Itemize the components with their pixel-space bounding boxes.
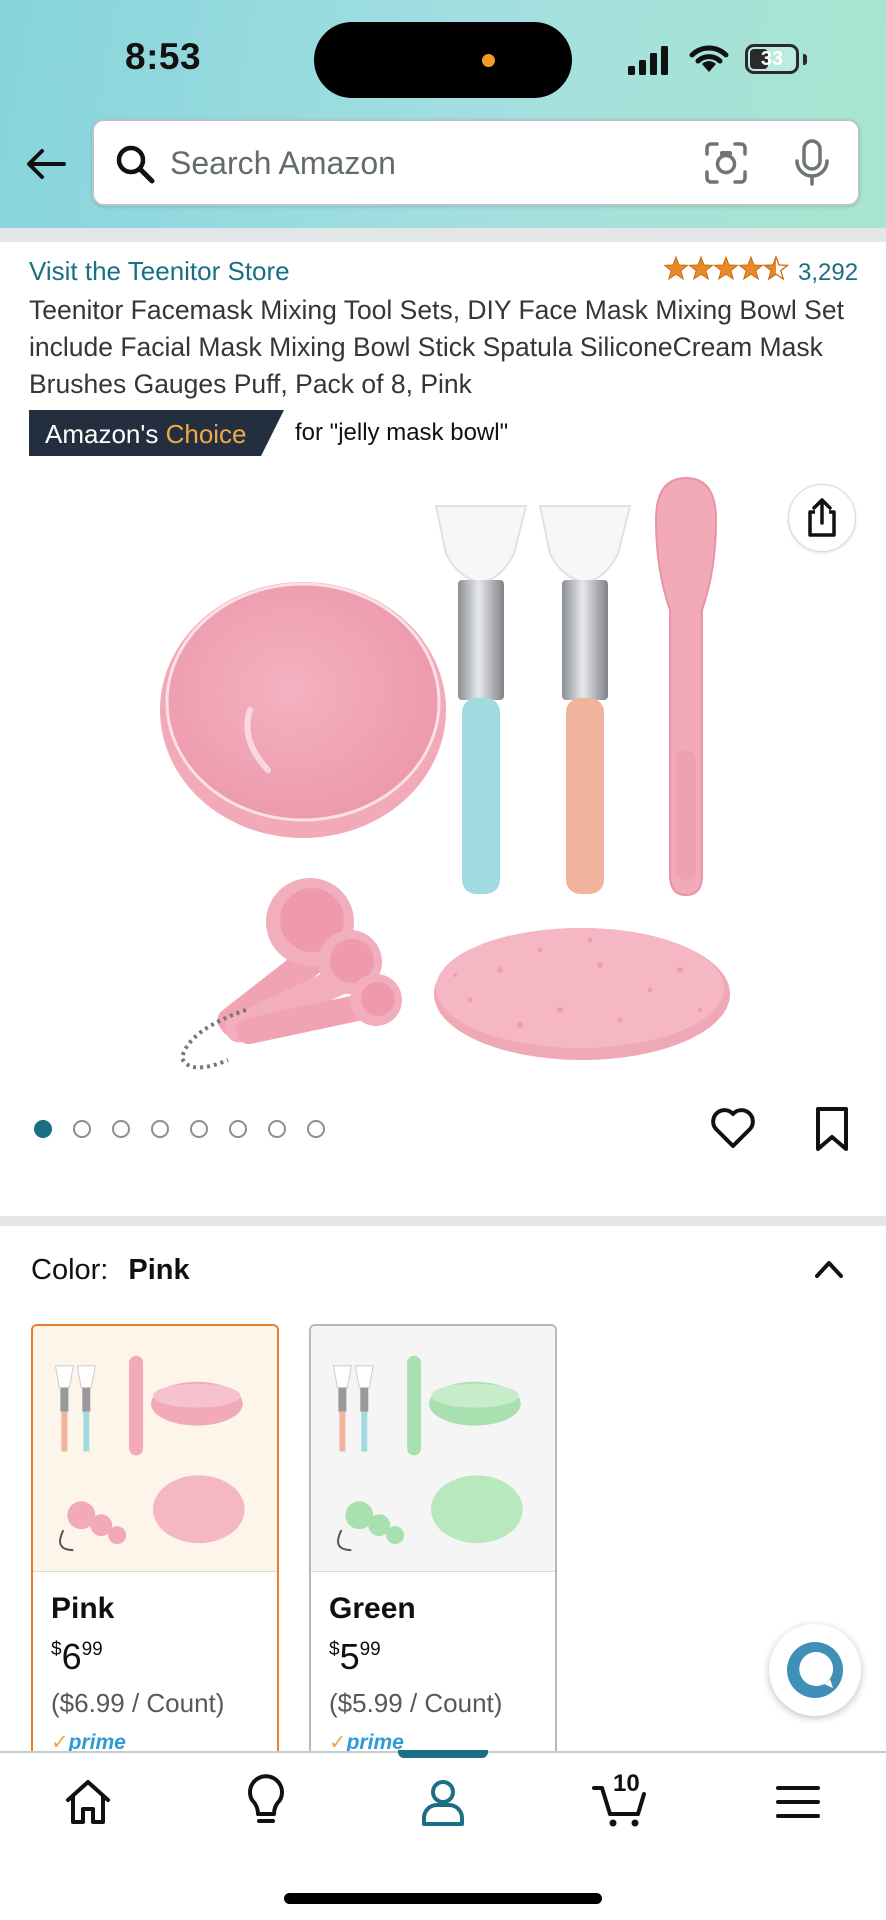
carousel-dot[interactable] (190, 1120, 208, 1138)
home-icon[interactable] (58, 1772, 118, 1832)
status-time: 8:53 (125, 36, 202, 77)
search-icon (116, 145, 155, 184)
cart-count-badge: 10 (613, 1770, 640, 1797)
carousel-dot[interactable] (307, 1120, 325, 1138)
account-icon[interactable] (413, 1772, 473, 1832)
section-divider (0, 1216, 886, 1226)
unit-price: ($6.99 / Count) (51, 1688, 225, 1718)
heart-icon[interactable] (710, 1106, 756, 1150)
badge-keyword: for "jelly mask bowl" (295, 419, 509, 446)
color-option-pink[interactable]: Pink $699 ($6.99 / Count) ✓prime (31, 1324, 279, 1764)
carousel-dot[interactable] (73, 1120, 91, 1138)
cellular-signal-icon (628, 46, 668, 75)
search-bar[interactable] (92, 119, 860, 206)
chat-assistant-button[interactable] (769, 1624, 861, 1716)
image-carousel-dots[interactable] (34, 1120, 325, 1138)
carousel-dot[interactable] (34, 1120, 52, 1138)
star-rating[interactable] (664, 256, 789, 282)
battery-level: 33 (760, 48, 784, 70)
carousel-dot[interactable] (112, 1120, 130, 1138)
search-input[interactable] (170, 137, 730, 189)
lightbulb-icon[interactable] (236, 1772, 296, 1832)
carousel-dot[interactable] (229, 1120, 247, 1138)
star-rating-icon (664, 256, 789, 280)
product-title: Teenitor Facemask Mixing Tool Sets, DIY … (29, 295, 844, 399)
menu-icon[interactable] (768, 1772, 828, 1832)
chat-icon (787, 1642, 843, 1698)
microphone-icon[interactable] (794, 139, 830, 187)
dynamic-island (314, 22, 572, 98)
bookmark-icon[interactable] (812, 1106, 852, 1152)
color-option-price: $699 (51, 1636, 103, 1677)
color-option-thumbnail (311, 1326, 555, 1572)
color-label: Color: (31, 1254, 109, 1286)
carousel-dot[interactable] (151, 1120, 169, 1138)
color-option-name: Pink (51, 1592, 115, 1625)
color-option-thumbnail (33, 1326, 277, 1572)
color-selector-label: Color: Pink (31, 1254, 190, 1287)
badge-choice: Choice (165, 419, 247, 449)
privacy-indicator-dot (482, 54, 495, 67)
rating-count[interactable]: 3,292 (798, 259, 858, 287)
unit-price: ($5.99 / Count) (329, 1688, 503, 1718)
share-icon (808, 498, 836, 537)
product-image[interactable] (0, 470, 886, 1090)
color-option-green[interactable]: Green $599 ($5.99 / Count) ✓prime (309, 1324, 557, 1764)
color-option-price: $599 (329, 1636, 381, 1677)
section-divider (0, 228, 886, 242)
top-header: 8:53 33 (0, 0, 886, 228)
camera-scan-icon[interactable] (704, 141, 748, 185)
badge-prefix: Amazon's (45, 419, 159, 449)
color-option-name: Green (329, 1592, 416, 1625)
share-button[interactable] (788, 484, 856, 552)
selected-color: Pink (128, 1254, 190, 1286)
home-indicator (284, 1893, 602, 1904)
chevron-up-icon[interactable] (810, 1250, 848, 1288)
wifi-icon (689, 45, 729, 72)
active-tab-indicator (398, 1750, 488, 1758)
carousel-dot[interactable] (268, 1120, 286, 1138)
back-arrow-icon[interactable] (22, 140, 70, 188)
store-link[interactable]: Visit the Teenitor Store (29, 256, 290, 287)
battery-icon: 33 (745, 44, 799, 74)
